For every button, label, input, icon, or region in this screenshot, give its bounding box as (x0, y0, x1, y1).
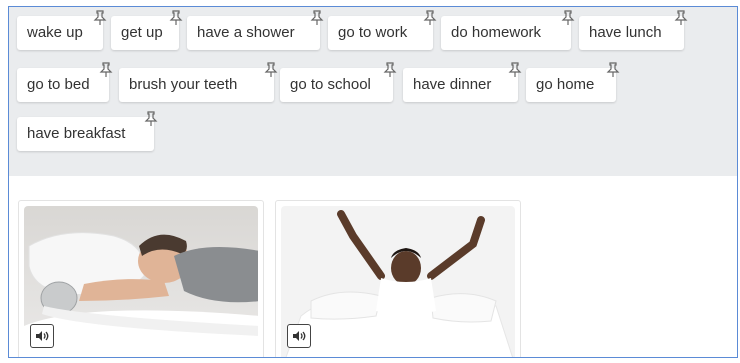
drag-pin-icon (383, 62, 397, 77)
speaker-icon (293, 331, 306, 341)
word-chip[interactable]: go home (526, 62, 620, 102)
picture-card[interactable] (275, 200, 521, 357)
word-chip[interactable]: brush your teeth (119, 62, 278, 102)
word-chip[interactable]: have dinner (403, 62, 522, 102)
word-chip-label: go to work (338, 24, 408, 41)
word-chip[interactable]: get up (111, 10, 183, 50)
word-chip-label: have a shower (197, 24, 295, 41)
drag-pin-icon (606, 62, 620, 77)
word-chip[interactable]: have breakfast (17, 111, 158, 151)
drag-pin-icon (310, 10, 324, 25)
word-chip[interactable]: have lunch (579, 10, 688, 50)
word-chip[interactable]: do homework (441, 10, 575, 50)
word-chip-label: wake up (27, 24, 83, 41)
word-chip[interactable]: go to bed (17, 62, 113, 102)
word-chip[interactable]: go to school (280, 62, 397, 102)
word-chip-label: go to bed (27, 76, 90, 93)
drag-pin-icon (144, 111, 158, 126)
word-chip-label: do homework (451, 24, 542, 41)
drag-pin-icon (508, 62, 522, 77)
word-chip-label: have lunch (589, 24, 662, 41)
drag-pin-icon (169, 10, 183, 25)
exercise-frame: wake up get up have a shower go to work … (8, 6, 738, 358)
speaker-icon (36, 331, 49, 341)
word-chip[interactable]: have a shower (187, 10, 324, 50)
drag-pin-icon (423, 10, 437, 25)
word-chip-label: get up (121, 24, 163, 41)
picture-cards-area (9, 176, 737, 357)
drag-pin-icon (99, 62, 113, 77)
word-bank: wake up get up have a shower go to work … (9, 7, 737, 176)
word-chip-label: go to school (290, 76, 371, 93)
audio-play-button[interactable] (30, 324, 54, 348)
word-chip[interactable]: wake up (17, 10, 107, 50)
word-chip-label: have dinner (413, 76, 492, 93)
word-chip-label: go home (536, 76, 595, 93)
woman-stretching-in-bed-image (281, 206, 515, 357)
audio-play-button[interactable] (287, 324, 311, 348)
man-sleeping-alarm-clock-image (24, 206, 258, 357)
drag-pin-icon (561, 10, 575, 25)
picture-card[interactable] (18, 200, 264, 357)
drag-pin-icon (264, 62, 278, 77)
word-chip-label: brush your teeth (129, 76, 238, 93)
drag-pin-icon (93, 10, 107, 25)
word-chip-label: have breakfast (27, 125, 126, 142)
drag-pin-icon (674, 10, 688, 25)
word-chip[interactable]: go to work (328, 10, 437, 50)
